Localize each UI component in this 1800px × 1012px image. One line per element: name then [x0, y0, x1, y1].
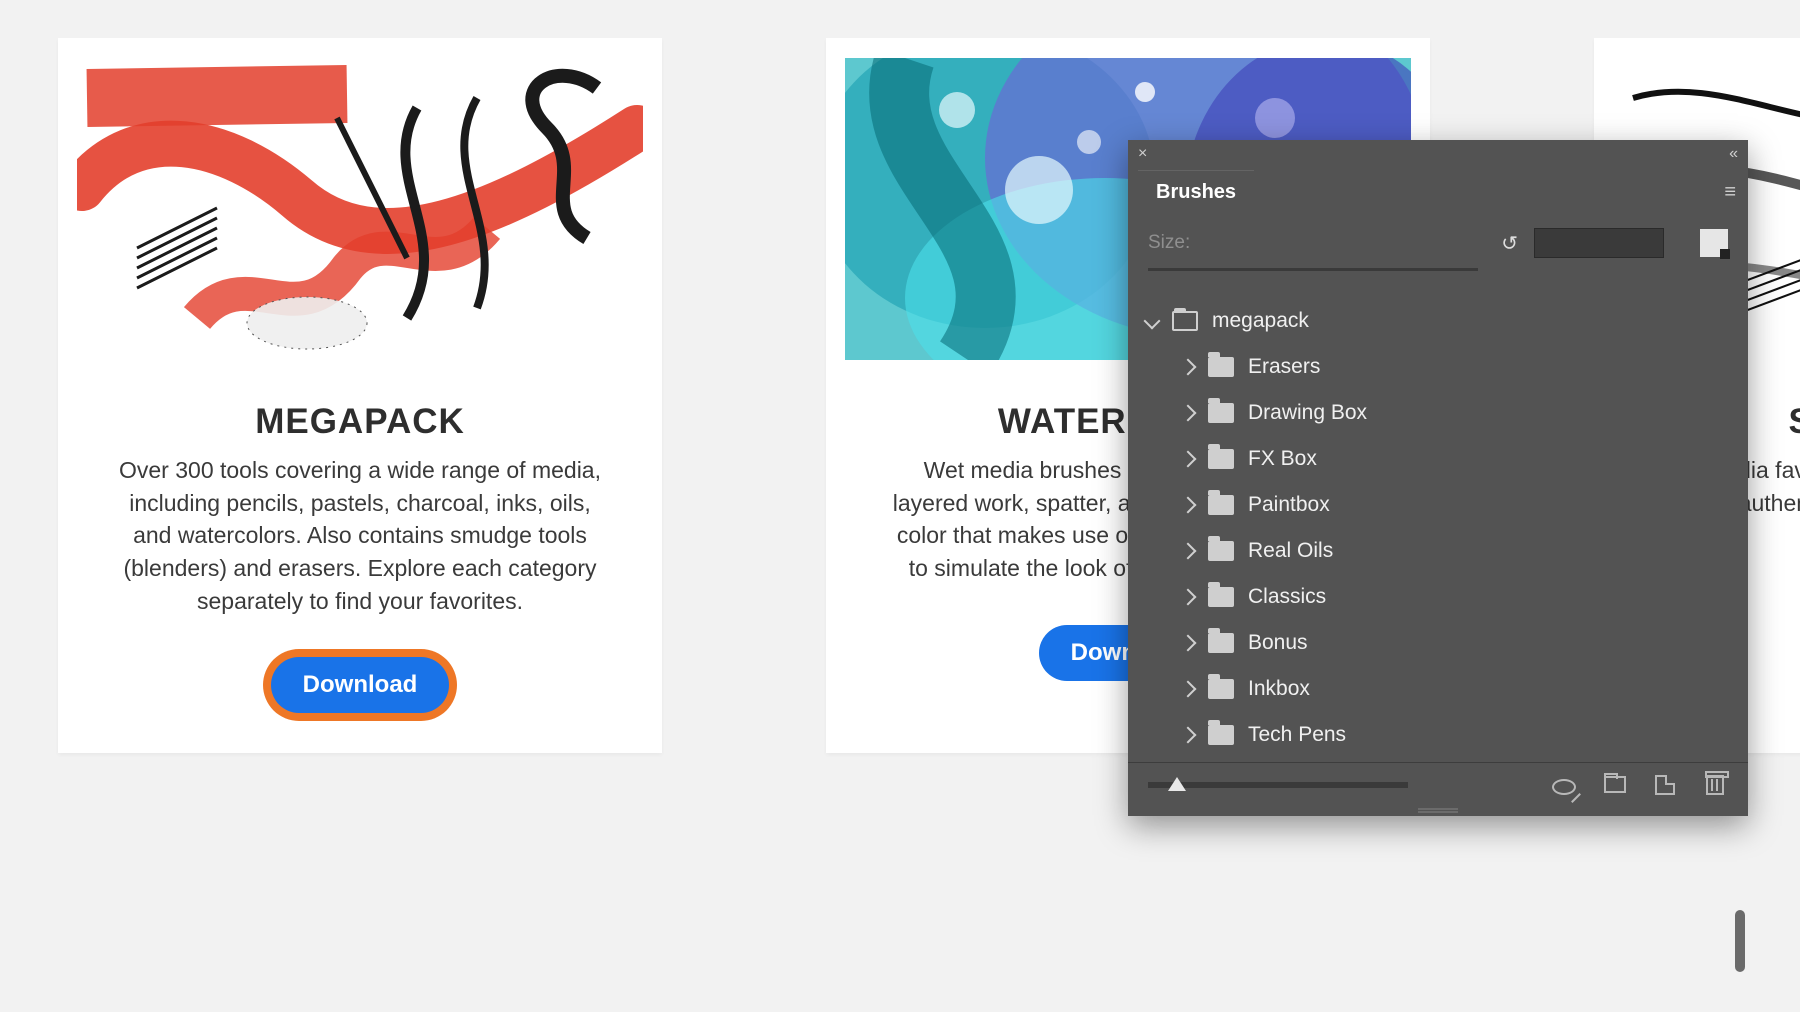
chevron-right-icon	[1180, 543, 1197, 560]
folder-icon	[1208, 725, 1234, 745]
chevron-right-icon	[1180, 589, 1197, 606]
collapse-icon[interactable]: «	[1729, 145, 1738, 163]
folder-tech-pens[interactable]: Tech Pens	[1128, 712, 1748, 758]
folder-real-oils[interactable]: Real Oils	[1128, 528, 1748, 574]
close-icon[interactable]: ×	[1138, 145, 1147, 163]
megapack-title: MEGAPACK	[58, 402, 662, 442]
folder-icon	[1172, 311, 1198, 331]
chevron-right-icon	[1180, 359, 1197, 376]
folder-label: Inkbox	[1248, 677, 1310, 701]
folder-paintbox[interactable]: Paintbox	[1128, 482, 1748, 528]
folder-inkbox[interactable]: Inkbox	[1128, 666, 1748, 712]
folder-label: FX Box	[1248, 447, 1317, 471]
chevron-right-icon	[1180, 451, 1197, 468]
reset-size-icon[interactable]: ↺	[1501, 231, 1518, 256]
folder-label: Real Oils	[1248, 539, 1333, 563]
download-button-megapack[interactable]: Download	[271, 657, 450, 713]
size-input[interactable]	[1534, 228, 1664, 258]
megapack-artwork	[77, 58, 643, 360]
chevron-right-icon	[1180, 727, 1197, 744]
folder-icon	[1208, 403, 1234, 423]
folder-icon	[1208, 633, 1234, 653]
folder-label: Classics	[1248, 585, 1326, 609]
chevron-right-icon	[1180, 497, 1197, 514]
panel-bottom	[1128, 762, 1748, 806]
folder-label: Drawing Box	[1248, 401, 1367, 425]
panel-topbar: × «	[1128, 140, 1748, 168]
folder-label: megapack	[1212, 309, 1309, 333]
chevron-right-icon	[1180, 405, 1197, 422]
resize-handle[interactable]	[1128, 806, 1748, 816]
new-group-icon[interactable]	[1602, 772, 1628, 798]
size-row: Size: ↺	[1128, 214, 1748, 264]
delete-icon[interactable]	[1702, 772, 1728, 798]
folder-icon	[1208, 679, 1234, 699]
new-brush-icon[interactable]	[1652, 772, 1678, 798]
folder-label: Erasers	[1248, 355, 1320, 379]
folder-icon	[1208, 587, 1234, 607]
folder-icon	[1208, 357, 1234, 377]
panel-tabs: Brushes ≡	[1128, 168, 1748, 214]
chevron-right-icon	[1180, 681, 1197, 698]
tab-brushes[interactable]: Brushes	[1138, 170, 1254, 214]
panel-menu-icon[interactable]: ≡	[1712, 171, 1748, 214]
brush-tree: megapack Erasers Drawing Box FX Box Pain…	[1128, 290, 1748, 762]
chevron-right-icon	[1180, 635, 1197, 652]
size-label: Size:	[1148, 232, 1202, 254]
thumbnail-size-slider[interactable]	[1148, 782, 1408, 788]
scrollbar-thumb[interactable]	[1735, 910, 1745, 972]
folder-megapack[interactable]: megapack	[1128, 298, 1748, 344]
chevron-down-icon	[1144, 313, 1161, 330]
folder-label: Bonus	[1248, 631, 1308, 655]
folder-classics[interactable]: Classics	[1128, 574, 1748, 620]
brushes-panel: × « Brushes ≡ Size: ↺ megapack Erasers D…	[1128, 140, 1748, 816]
folder-icon	[1208, 495, 1234, 515]
folder-erasers[interactable]: Erasers	[1128, 344, 1748, 390]
folder-icon	[1208, 541, 1234, 561]
card-megapack: MEGAPACK Over 300 tools covering a wide …	[58, 38, 662, 753]
toggle-preview-icon[interactable]	[1552, 772, 1578, 798]
folder-drawing-box[interactable]: Drawing Box	[1128, 390, 1748, 436]
folder-label: Paintbox	[1248, 493, 1330, 517]
megapack-desc: Over 300 tools covering a wide range of …	[58, 442, 662, 617]
size-slider[interactable]	[1148, 268, 1478, 272]
folder-icon	[1208, 449, 1234, 469]
brush-preview-icon[interactable]	[1700, 229, 1728, 257]
folder-fx-box[interactable]: FX Box	[1128, 436, 1748, 482]
folder-bonus[interactable]: Bonus	[1128, 620, 1748, 666]
folder-label: Tech Pens	[1248, 723, 1346, 747]
